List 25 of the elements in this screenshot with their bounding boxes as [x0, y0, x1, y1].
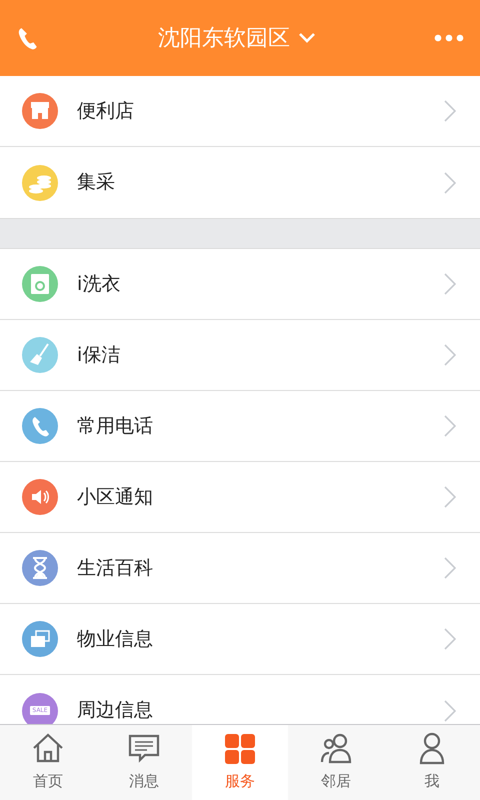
- tab[interactable]: 我: [384, 725, 480, 800]
- chevron-right-icon: [444, 486, 456, 508]
- tab[interactable]: 邻居: [288, 725, 384, 800]
- chevron-right-icon: [444, 628, 456, 650]
- service-label: 物业信息: [77, 626, 154, 652]
- service-label: i洗衣: [77, 272, 122, 297]
- tab[interactable]: 首页: [0, 725, 96, 800]
- service-label: 常用电话: [77, 414, 154, 439]
- chevron-right-icon: [444, 557, 456, 579]
- service-label: 便利店: [77, 98, 135, 124]
- chevron-right-icon: [444, 415, 456, 437]
- service-label: 周边信息: [77, 698, 154, 724]
- chevron-right-icon: [444, 172, 456, 194]
- service-label: 生活百科: [77, 556, 154, 581]
- tab[interactable]: 消息: [96, 725, 192, 800]
- grid-icon: [223, 732, 257, 766]
- service-label: 集采: [77, 170, 116, 196]
- chevron-right-icon: [444, 700, 456, 722]
- service-label: i保洁: [77, 342, 122, 368]
- chevron-right-icon: [444, 273, 456, 295]
- service-label: 小区通知: [77, 484, 154, 510]
- more-icon[interactable]: [434, 34, 464, 42]
- chevron-right-icon: [444, 100, 456, 122]
- chevron-right-icon: [444, 344, 456, 366]
- chevron-down-icon: [298, 32, 316, 44]
